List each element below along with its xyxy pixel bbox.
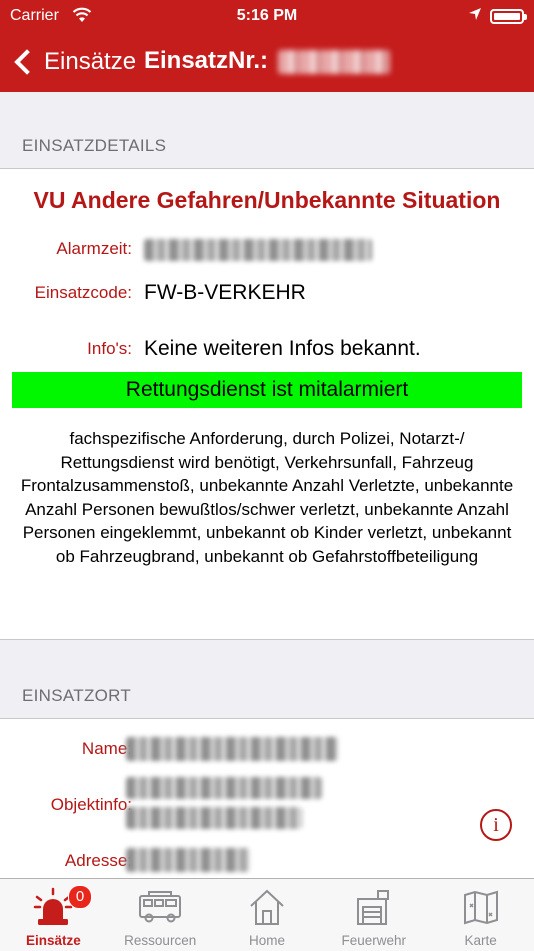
firestation-icon: [354, 887, 394, 932]
tab-label: Ressourcen: [124, 933, 197, 948]
incident-title: VU Andere Gefahren/Unbekannte Situation: [33, 187, 501, 213]
clock: 5:16 PM: [236, 7, 298, 24]
status-bar: Carrier 5:16 PM: [0, 0, 534, 32]
location-name-value-redacted: [126, 737, 338, 761]
tab-karte[interactable]: Karte: [427, 879, 534, 951]
back-button[interactable]: Einsätze: [10, 42, 136, 82]
tab-home[interactable]: Home: [214, 879, 321, 951]
house-icon: [247, 887, 287, 932]
section-title-details: EINSATZDETAILS: [22, 136, 167, 155]
notification-badge: 0: [68, 885, 92, 909]
chevron-left-icon: [14, 49, 40, 75]
tab-label: Feuerwehr: [341, 933, 407, 948]
section-title-location: EINSATZORT: [22, 686, 132, 705]
tab-ressourcen[interactable]: Ressourcen: [107, 879, 214, 951]
object-info-line2-redacted: [126, 807, 302, 829]
location-arrow-icon: [468, 7, 482, 24]
vehicle-icon: [137, 887, 183, 930]
info-label: Info's:: [87, 339, 132, 358]
tab-label: Einsätze: [26, 933, 81, 948]
alarm-time-value-redacted: [144, 239, 372, 261]
tab-label: Home: [248, 933, 285, 948]
tab-feuerwehr[interactable]: Feuerwehr: [320, 879, 427, 951]
navigation-bar: Einsätze EinsatzNr.:: [0, 32, 534, 92]
object-info-line1-redacted: [126, 777, 322, 799]
alarm-time-label: Alarmzeit:: [56, 239, 132, 258]
code-value: FW-B-VERKEHR: [144, 281, 306, 304]
back-button-label: Einsätze: [44, 48, 137, 75]
section-header-location: EINSATZORT: [0, 660, 534, 718]
details-card: VU Andere Gefahren/Unbekannte Situation …: [0, 168, 534, 640]
info-icon[interactable]: i: [480, 809, 512, 841]
tab-einsaetze[interactable]: 0 Einsätze: [0, 879, 107, 951]
address-label: Adresse:: [64, 851, 132, 870]
map-icon: [461, 887, 501, 932]
tab-bar: 0 Einsätze Ressourcen Home Feuerwehr Kar…: [0, 878, 534, 951]
tab-label: Karte: [464, 933, 497, 948]
address-value-redacted: [126, 848, 250, 872]
rescue-service-banner: Rettungsdienst ist mitalarmiert: [12, 372, 522, 408]
info-value: Keine weiteren Infos bekannt.: [144, 337, 421, 360]
battery-icon: [490, 9, 527, 24]
incident-description: fachspezifische Anforderung, durch Poliz…: [20, 429, 514, 566]
page-title: EinsatzNr.:: [144, 47, 269, 74]
object-info-label: Objektinfo:: [50, 795, 132, 814]
section-header-details: EINSATZDETAILS: [0, 110, 534, 168]
code-label: Einsatzcode:: [34, 283, 132, 302]
redacted-incident-number: [278, 50, 390, 74]
location-name-label: Name:: [81, 739, 132, 758]
location-card: Name: Objektinfo: Adresse:: [0, 718, 534, 890]
